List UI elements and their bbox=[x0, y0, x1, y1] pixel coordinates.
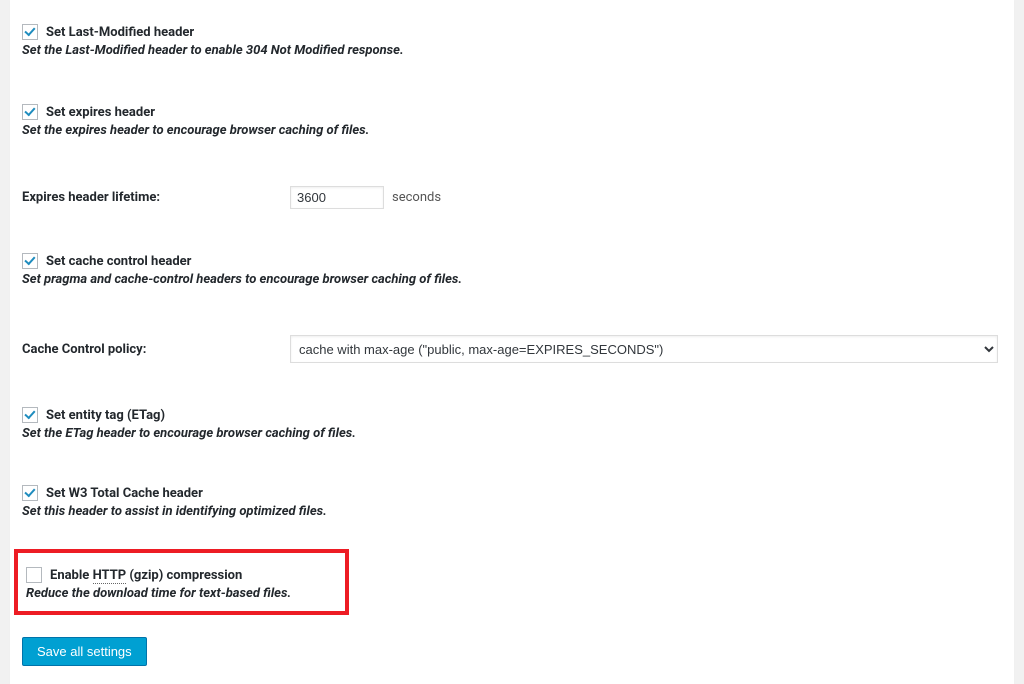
checkbox-label[interactable]: Set expires header bbox=[46, 105, 155, 120]
checkbox-label[interactable]: Set W3 Total Cache header bbox=[46, 486, 203, 501]
expires-lifetime-input[interactable] bbox=[290, 186, 384, 209]
option-description: Set the ETag header to encourage browser… bbox=[22, 426, 1002, 441]
checkbox-etag[interactable] bbox=[22, 407, 38, 423]
cache-policy-row: Cache Control policy: cache with max-age… bbox=[22, 317, 1002, 371]
save-all-settings-button[interactable]: Save all settings bbox=[22, 637, 147, 666]
option-w3tc-header: Set W3 Total Cache header Set this heade… bbox=[22, 471, 1002, 527]
option-description: Set this header to assist in identifying… bbox=[22, 504, 1002, 519]
checkbox-cache-control[interactable] bbox=[22, 253, 38, 269]
http-abbr: HTTP bbox=[93, 568, 127, 584]
cache-policy-select[interactable]: cache with max-age ("public, max-age=EXP… bbox=[290, 335, 998, 363]
cache-policy-label: Cache Control policy: bbox=[22, 342, 290, 357]
checkbox-gzip[interactable] bbox=[26, 567, 42, 583]
checkbox-label[interactable]: Set entity tag (ETag) bbox=[46, 408, 165, 423]
option-expires-header: Set expires header Set the expires heade… bbox=[22, 90, 1002, 146]
checkbox-w3tc[interactable] bbox=[22, 485, 38, 501]
option-description: Set the Last-Modified header to enable 3… bbox=[22, 43, 1002, 58]
option-last-modified: Set Last-Modified header Set the Last-Mo… bbox=[22, 10, 1002, 66]
option-cache-control: Set cache control header Set pragma and … bbox=[22, 239, 1002, 295]
option-description: Set pragma and cache-control headers to … bbox=[22, 272, 1002, 287]
option-gzip-compression: Enable HTTP (gzip) compression Reduce th… bbox=[14, 549, 349, 615]
expires-lifetime-label: Expires header lifetime: bbox=[22, 190, 290, 205]
checkbox-last-modified[interactable] bbox=[22, 24, 38, 40]
option-etag: Set entity tag (ETag) Set the ETag heade… bbox=[22, 393, 1002, 449]
option-description: Set the expires header to encourage brow… bbox=[22, 123, 1002, 138]
option-description: Reduce the download time for text-based … bbox=[26, 586, 337, 601]
checkbox-label[interactable]: Set Last-Modified header bbox=[46, 25, 194, 40]
checkbox-label[interactable]: Set cache control header bbox=[46, 254, 191, 269]
expires-lifetime-unit: seconds bbox=[392, 190, 441, 205]
checkbox-label[interactable]: Enable HTTP (gzip) compression bbox=[50, 568, 242, 583]
checkbox-expires[interactable] bbox=[22, 104, 38, 120]
expires-lifetime-row: Expires header lifetime: seconds bbox=[22, 168, 1002, 217]
